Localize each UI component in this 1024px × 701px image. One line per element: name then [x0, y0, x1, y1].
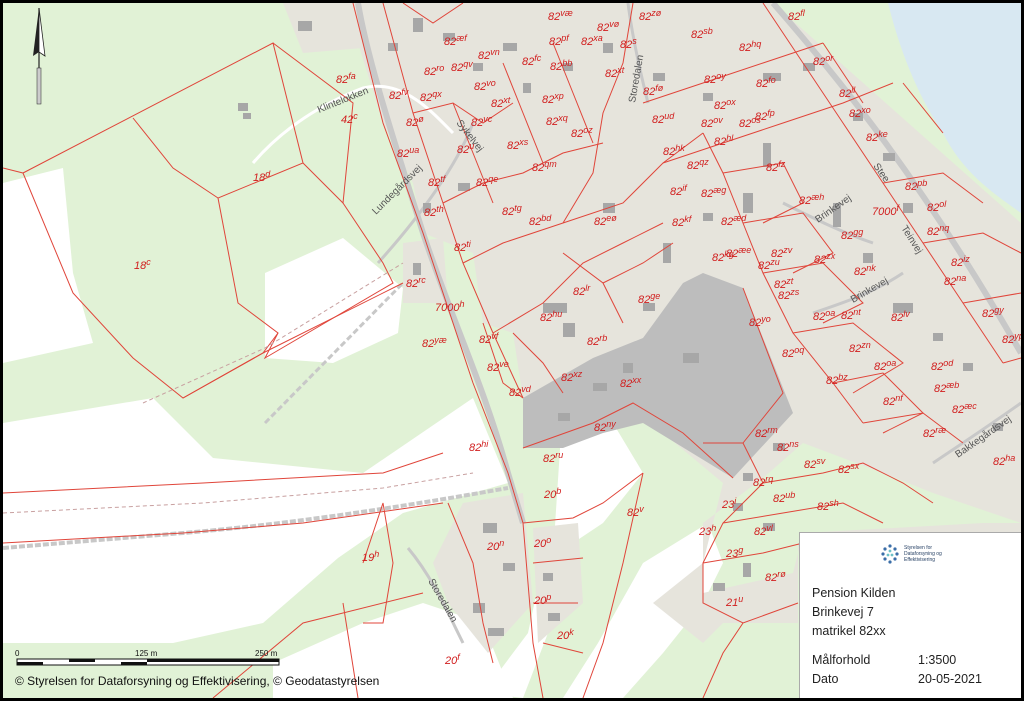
copyright-text: © Styrelsen for Dataforsyning og Effekti…	[15, 674, 380, 688]
map-frame: Klintelokken Lundegårdsvej Sykelvej Stor…	[3, 3, 1021, 698]
date-label: Dato	[812, 672, 839, 686]
map-info-box: Styrelsen for Dataforsyning og Effektivi…	[799, 532, 1021, 698]
agency-logo-text: Styrelsen for Dataforsyning og Effektivi…	[904, 545, 942, 563]
north-arrow-icon	[33, 8, 46, 105]
date-value: 20-05-2021	[918, 672, 982, 686]
agency-logo-icon	[881, 544, 899, 564]
property-address: Brinkevej 7	[812, 605, 874, 619]
scale-value: 1:3500	[918, 653, 957, 667]
property-matrikel: matrikel 82xx	[812, 624, 886, 638]
parcel-label: 7000f	[872, 203, 900, 218]
agency-logo: Styrelsen for Dataforsyning og Effektivi…	[880, 543, 1000, 567]
scale-bar: 0 125 m 250 m	[15, 649, 283, 673]
property-name: Pension Kilden	[812, 586, 896, 600]
scale-bar-graphic	[16, 658, 280, 666]
scale-label: Målforhold	[812, 653, 871, 667]
